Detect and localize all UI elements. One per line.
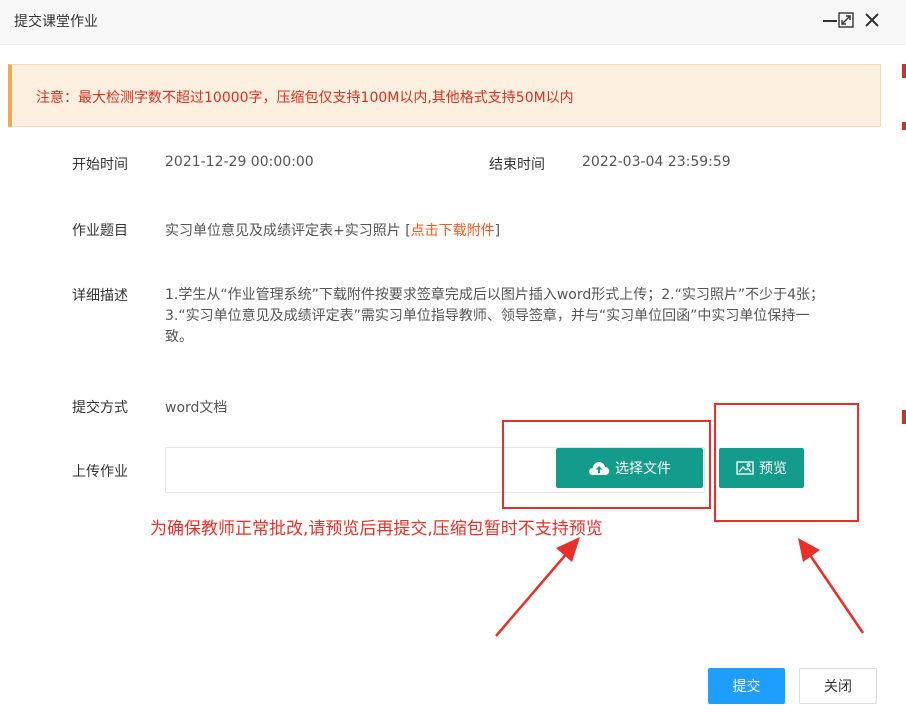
dialog-titlebar: 提交课堂作业: [0, 0, 906, 45]
preview-button[interactable]: 预览: [719, 448, 804, 488]
preview-label: 预览: [759, 460, 787, 476]
download-link-suffix: ]: [494, 223, 501, 239]
topic-label: 作业题目: [72, 223, 128, 239]
download-attachment-link[interactable]: 点击下载附件: [411, 223, 495, 239]
topic-line: 实习单位意见及成绩评定表+实习照片 [点击下载附件]: [165, 220, 500, 240]
edge-marker: [902, 122, 906, 130]
submit-button[interactable]: 提交: [708, 668, 785, 704]
cloud-upload-icon: [589, 462, 610, 475]
dialog-title: 提交课堂作业: [14, 14, 98, 30]
close-button[interactable]: 关闭: [799, 668, 877, 704]
arrow-head-preview: [798, 538, 820, 562]
notice-banner: 注意：最大检测字数不超过10000字，压缩包仅支持100M以内,其他格式支持50…: [8, 64, 881, 127]
annotation-hint: 为确保教师正常批改,请预览后再提交,压缩包暂时不支持预览: [150, 519, 603, 539]
image-icon: [736, 461, 754, 475]
start-time-label: 开始时间: [72, 157, 128, 173]
maximize-icon[interactable]: [834, 8, 858, 32]
submit-method-label: 提交方式: [72, 400, 128, 416]
notice-text: 注意：最大检测字数不超过10000字，压缩包仅支持100M以内,其他格式支持50…: [36, 90, 574, 106]
description-value: 1.学生从“作业管理系统”下载附件按要求签章完成后以图片插入word形式上传；2…: [165, 287, 825, 345]
submit-method-value: word文档: [165, 400, 228, 416]
close-icon[interactable]: [860, 8, 884, 32]
start-time-value: 2021-12-29 00:00:00: [165, 154, 314, 170]
arrow-to-preview: [808, 554, 865, 634]
end-time-value: 2022-03-04 23:59:59: [582, 154, 731, 170]
edge-marker: [902, 410, 906, 424]
arrow-head-select: [556, 537, 580, 562]
select-file-label: 选择文件: [615, 460, 671, 476]
description-label: 详细描述: [72, 288, 128, 304]
edge-marker: [902, 64, 906, 78]
submit-homework-dialog: 提交课堂作业 注意：最大检测字数不超过10000字，压缩包仅支持100M以内,其…: [0, 0, 906, 714]
topic-value: 实习单位意见及成绩评定表+实习照片: [165, 223, 401, 239]
upload-label: 上传作业: [72, 464, 128, 480]
select-file-button[interactable]: 选择文件: [556, 448, 703, 488]
arrow-to-select: [495, 551, 569, 637]
end-time-label: 结束时间: [489, 157, 545, 173]
